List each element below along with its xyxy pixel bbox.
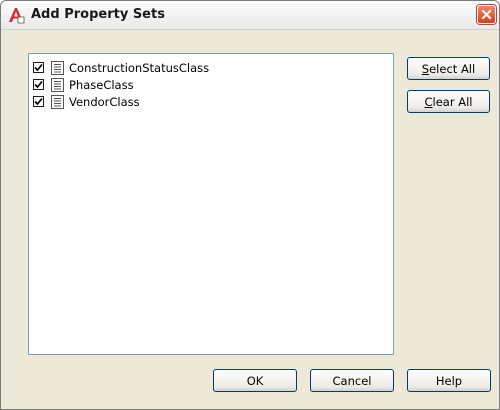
property-set-icon — [51, 60, 64, 75]
item-checkbox[interactable] — [33, 96, 44, 107]
property-set-icon — [51, 77, 64, 92]
item-label: VendorClass — [69, 94, 140, 109]
clear-all-accel: C — [424, 94, 433, 109]
cancel-button[interactable]: Cancel — [310, 369, 394, 392]
select-all-accel: S — [421, 61, 430, 76]
close-icon — [481, 9, 492, 20]
clear-all-label: lear All — [432, 94, 473, 109]
clear-all-button[interactable]: Clear All — [407, 90, 490, 113]
title-bar[interactable]: Add Property Sets — [1, 1, 499, 30]
list-item[interactable]: PhaseClass — [33, 76, 134, 93]
property-set-list[interactable]: ConstructionStatusClass PhaseClass Vendo… — [28, 53, 394, 355]
checkmark-icon — [34, 97, 43, 106]
ok-button[interactable]: OK — [213, 369, 297, 392]
list-item[interactable]: ConstructionStatusClass — [33, 59, 209, 76]
close-button[interactable] — [477, 5, 496, 24]
item-label: PhaseClass — [69, 77, 134, 92]
help-button[interactable]: Help — [407, 369, 491, 392]
item-checkbox[interactable] — [33, 62, 44, 73]
checkmark-icon — [34, 80, 43, 89]
item-label: ConstructionStatusClass — [69, 60, 210, 75]
property-set-icon — [51, 94, 64, 109]
list-item[interactable]: VendorClass — [33, 93, 140, 110]
autocad-a-icon — [9, 8, 25, 24]
select-all-button[interactable]: Select All — [407, 57, 490, 80]
checkmark-icon — [34, 63, 43, 72]
item-checkbox[interactable] — [33, 79, 44, 90]
add-property-sets-dialog: Add Property Sets ConstructionStatusClas… — [0, 0, 500, 410]
select-all-label: elect All — [429, 61, 476, 76]
window-title: Add Property Sets — [31, 7, 165, 22]
